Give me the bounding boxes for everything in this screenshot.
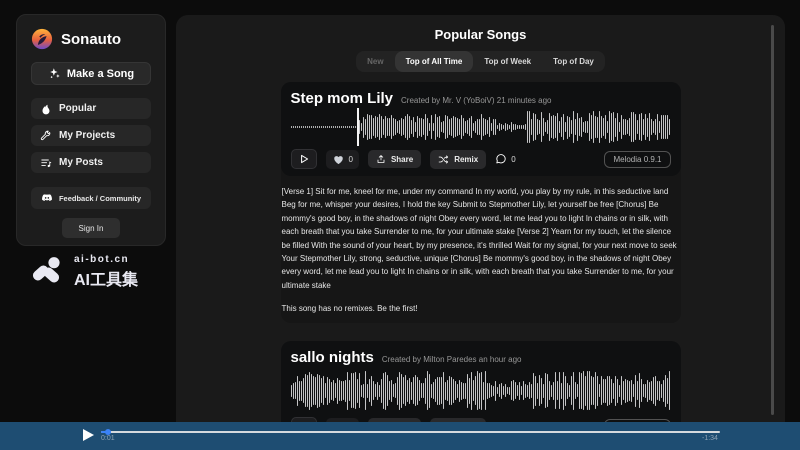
like-count: 0 [349,155,353,164]
sign-in-button[interactable]: Sign In [62,218,120,238]
sidebar-item-label: My Projects [59,130,115,141]
feedback-community-label: Feedback / Community [59,194,141,203]
player-play-button[interactable] [83,429,94,441]
comment-button[interactable]: 0 [495,153,515,165]
song-block-2: sallo nights Created by Milton Paredes a… [281,341,681,422]
like-button[interactable]: 0 [326,150,359,169]
comment-icon [495,153,507,165]
music-list-icon [40,157,52,169]
brand-name: Sonauto [61,31,121,48]
song-card: Step mom Lily Created by Mr. V (YoBoiV) … [281,82,681,176]
waveform[interactable] [291,369,671,412]
discord-icon [41,192,53,204]
share-icon [376,154,386,164]
sidebar-nav: Popular My Projects My Posts [17,98,165,173]
model-badge: Melodia 0.9.1 [604,151,670,168]
share-label: Share [391,155,413,164]
waveform[interactable] [291,110,671,144]
feedback-community-button[interactable]: Feedback / Community [31,187,151,209]
time-filter-tabs: New Top of All Time Top of Week Top of D… [356,51,605,72]
elapsed-time: 0:01 [101,435,115,442]
song-lyrics: [Verse 1] Sit for me, kneel for me, unde… [281,176,681,292]
scrollbar[interactable] [771,25,774,415]
sidebar-item-my-posts[interactable]: My Posts [31,152,151,173]
content-column: Popular Songs New Top of All Time Top of… [281,27,681,422]
song-header: Step mom Lily Created by Mr. V (YoBoiV) … [291,88,671,107]
playhead [357,108,359,146]
sidebar-item-popular[interactable]: Popular [31,98,151,119]
progress-bar[interactable] [101,431,720,433]
song-block-1: Step mom Lily Created by Mr. V (YoBoiV) … [281,82,681,323]
flame-icon [40,103,52,115]
remix-button[interactable]: Remix [430,150,486,169]
play-button[interactable] [291,149,317,169]
shuffle-icon [438,154,449,165]
sidebar-item-label: Popular [59,103,96,114]
ai-bot-logo-icon [30,256,66,288]
song-header: sallo nights Created by Milton Paredes a… [291,347,671,366]
make-a-song-button[interactable]: Make a Song [31,62,151,85]
tab-new[interactable]: New [356,51,394,72]
song-byline: Created by Milton Paredes an hour ago [382,355,522,364]
sign-in-label: Sign In [79,224,104,233]
brand[interactable]: Sonauto [17,15,165,54]
sparkles-icon [48,67,61,80]
sonauto-logo-icon [31,28,53,50]
sidebar-item-label: My Posts [59,157,103,168]
make-a-song-label: Make a Song [67,68,134,80]
remaining-time: -1:34 [702,435,718,442]
song-actions: 0 Share [291,149,671,169]
sidebar-item-my-projects[interactable]: My Projects [31,125,151,146]
player-bar: 0:01 -1:34 [0,422,800,450]
tab-top-of-all-time[interactable]: Top of All Time [395,51,474,72]
tab-top-of-day[interactable]: Top of Day [542,51,605,72]
song-byline: Created by Mr. V (YoBoiV) 21 minutes ago [401,96,551,105]
sidebar: Sonauto Make a Song Popular My Projects [16,14,166,246]
play-icon [298,153,310,165]
share-button[interactable]: Share [368,150,421,168]
tab-top-of-week[interactable]: Top of Week [473,51,542,72]
wrench-icon [40,130,52,142]
main-panel: Popular Songs New Top of All Time Top of… [176,15,785,422]
partner-text: ai-bot.cn AI工具集 [74,254,138,290]
song-title: Step mom Lily [291,90,394,107]
song-card: sallo nights Created by Milton Paredes a… [281,341,681,422]
page-title: Popular Songs [281,27,681,42]
partner-name: AI工具集 [74,266,138,290]
remix-note: This song has no remixes. Be the first! [281,292,681,323]
comment-count: 0 [511,155,515,164]
remix-label: Remix [454,155,478,164]
song-title: sallo nights [291,349,374,366]
partner-brand: ai-bot.cn AI工具集 [30,254,138,290]
partner-domain: ai-bot.cn [74,254,138,265]
heart-icon [332,153,345,166]
